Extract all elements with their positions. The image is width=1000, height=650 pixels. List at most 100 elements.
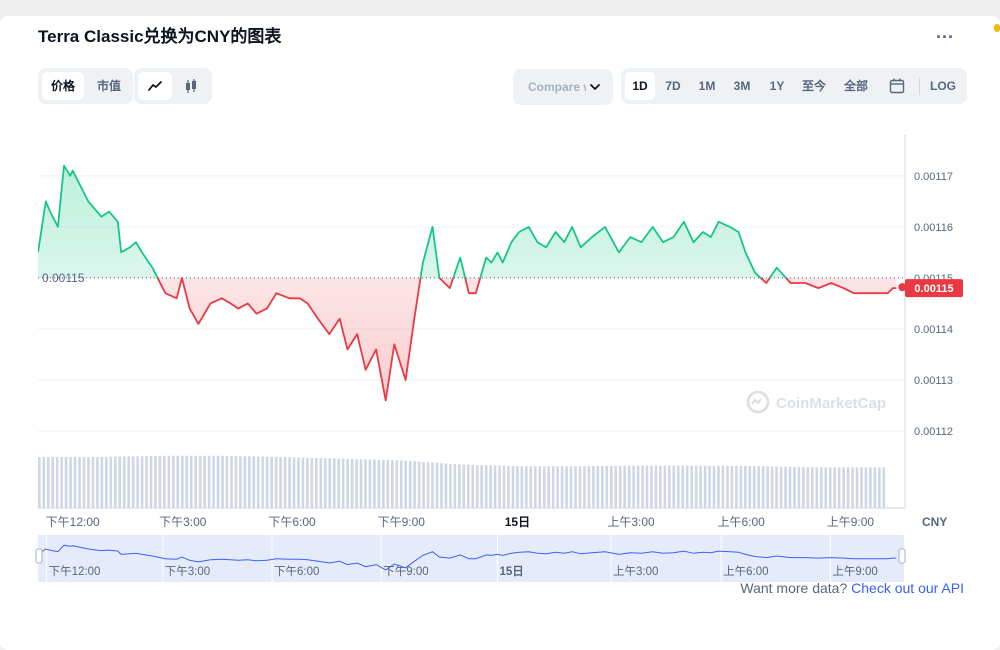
- volume-bar: [404, 460, 408, 508]
- volume-bar: [145, 456, 148, 508]
- volume-bar: [645, 465, 649, 508]
- volume-bar: [466, 464, 470, 508]
- volume-bar: [735, 465, 738, 508]
- volume-bar: [203, 455, 206, 508]
- volume-bar: [38, 456, 41, 508]
- volume-bar: [730, 465, 734, 508]
- volume-bar: [395, 460, 399, 508]
- volume-bar: [538, 466, 542, 508]
- volume-bar: [149, 455, 153, 508]
- y-tick-label: 0.00117: [914, 171, 953, 183]
- api-link[interactable]: Check out our API: [851, 580, 964, 596]
- volume-bar: [100, 456, 104, 508]
- range-navigator[interactable]: 下午12:00 下午3:00 下午6:00 下午9:00 15日 上午3:00 上午6:00…: [35, 535, 906, 582]
- volume-bar: [78, 456, 81, 508]
- volume-bar: [717, 465, 720, 508]
- volume-bar: [328, 458, 332, 508]
- volume-bar: [721, 465, 725, 508]
- navigator-label: 上午9:00: [832, 565, 877, 578]
- volume-bar: [614, 465, 618, 508]
- x-tick-label: 上午3:00: [607, 515, 655, 529]
- volume-bar: [440, 463, 443, 508]
- volume-bar: [869, 467, 872, 508]
- volume-bar: [131, 456, 135, 508]
- price-chart[interactable]: 0.00115 0.001170.001160.001150.001140.00…: [0, 0, 1000, 650]
- volume-bar: [64, 456, 68, 508]
- volume-bar: [676, 465, 680, 508]
- x-tick-label: 上午9:00: [827, 515, 875, 529]
- volume-bar: [109, 456, 113, 508]
- volume-bar: [811, 467, 814, 508]
- volume-bar: [726, 465, 729, 508]
- volume-bar: [788, 466, 792, 508]
- navigator-label: 15日: [499, 565, 523, 578]
- volume-bar: [167, 455, 171, 508]
- volume-bar: [475, 464, 479, 508]
- volume-bar: [252, 456, 256, 508]
- volume-bar: [82, 456, 86, 508]
- volume-bar: [382, 459, 385, 508]
- volume-bar: [172, 455, 175, 508]
- y-tick-label: 0.00113: [914, 375, 953, 387]
- volume-bar: [288, 457, 291, 508]
- volume-bar: [453, 464, 457, 508]
- volume-bar: [194, 455, 197, 508]
- volume-bar: [341, 458, 345, 508]
- x-tick-label: 下午9:00: [378, 515, 426, 529]
- volume-bar: [748, 466, 752, 508]
- navigator-left-handle[interactable]: [35, 548, 43, 564]
- navigator-label: 下午12:00: [49, 565, 101, 578]
- volume-bar: [51, 456, 55, 508]
- volume-bar: [230, 456, 233, 508]
- volume-bar: [346, 458, 349, 508]
- volume-bar: [601, 466, 604, 508]
- volume-bar: [422, 461, 425, 508]
- volume-bar: [279, 456, 282, 508]
- volume-bar: [46, 456, 50, 508]
- volume-bar: [618, 465, 622, 508]
- volume-bar: [413, 461, 416, 508]
- volume-bar: [301, 457, 305, 508]
- volume-bar: [315, 457, 318, 508]
- volume-bar: [225, 455, 229, 508]
- volume-bar: [73, 456, 77, 508]
- volume-bar: [458, 464, 461, 508]
- volume-bar: [828, 467, 832, 508]
- volume-bar: [583, 466, 586, 508]
- volume-bar: [185, 455, 189, 508]
- volume-bar: [239, 456, 242, 508]
- volume-bar: [596, 466, 600, 508]
- x-axis-ticks: 下午12:00 下午3:00 下午6:00 下午9:00 15日 上午3:00 上午6:00…: [46, 515, 875, 529]
- volume-bar: [127, 456, 130, 508]
- volume-bar: [873, 467, 877, 508]
- volume-bar: [699, 465, 702, 508]
- volume-bar: [105, 456, 108, 508]
- y-tick-label: 0.00116: [914, 222, 953, 234]
- volume-bar: [672, 465, 676, 508]
- coinmarketcap-watermark: CoinMarketCap: [746, 390, 886, 414]
- volume-bar: [256, 456, 260, 508]
- volume-bar: [739, 466, 743, 508]
- volume-bar: [623, 465, 626, 508]
- navigator-right-handle[interactable]: [898, 548, 906, 564]
- volume-bar: [592, 466, 595, 508]
- navigator-label: 上午3:00: [613, 565, 658, 578]
- volume-bar: [842, 467, 845, 508]
- volume-bar: [368, 459, 372, 508]
- volume-bar: [708, 465, 711, 508]
- volume-bar: [189, 455, 193, 508]
- volume-bar: [91, 456, 95, 508]
- volume-bar: [703, 465, 707, 508]
- volume-bar: [270, 456, 273, 508]
- volume-bar: [493, 465, 497, 508]
- navigator-label: 上午6:00: [723, 565, 768, 578]
- volume-bar: [176, 455, 180, 508]
- volume-bar: [480, 465, 483, 508]
- volume-bar: [60, 456, 63, 508]
- volume-bar: [498, 465, 501, 508]
- volume-bar: [636, 465, 640, 508]
- volume-bar: [297, 457, 300, 508]
- current-price-dot: [898, 283, 907, 292]
- volume-bar: [819, 467, 823, 508]
- volume-bar: [399, 460, 403, 508]
